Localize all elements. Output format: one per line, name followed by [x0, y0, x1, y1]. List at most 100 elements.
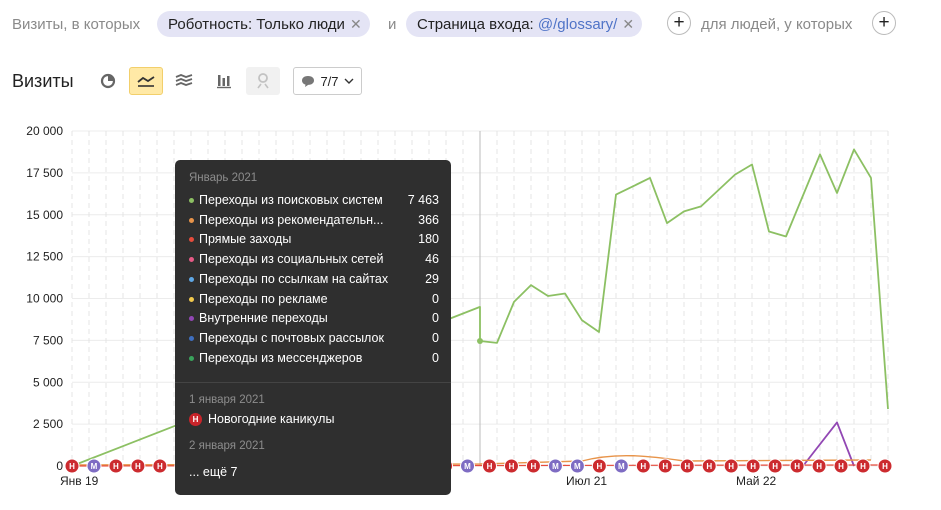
marker-badge-h: Н: [855, 458, 871, 474]
marker-badge-h: Н: [657, 458, 673, 474]
tooltip-row: Переходы по рекламе 0: [189, 292, 439, 312]
marker-badge-h: Н: [745, 458, 761, 474]
marker-badge-m: М: [460, 458, 476, 474]
marker-badge-h: Н: [833, 458, 849, 474]
tooltip-header: Январь 2021: [189, 172, 258, 184]
y-tick-label: 10 000: [26, 292, 63, 306]
tooltip-holiday: Н Новогодние каникулы: [189, 412, 334, 426]
tooltip-row-name: Прямые заходы: [199, 232, 292, 247]
marker-letter: М: [618, 462, 625, 471]
marker-badge-h: Н: [591, 458, 607, 474]
series-color-dot: [189, 276, 194, 282]
marker-letter: М: [574, 462, 581, 471]
tooltip-row: Переходы из рекомендательн... 366: [189, 213, 439, 233]
marker-letter: М: [552, 462, 559, 471]
marker-letter: Н: [69, 462, 75, 471]
marker-badge-h: Н: [679, 458, 695, 474]
tooltip-row-name: Переходы из поисковых систем: [199, 193, 383, 207]
marker-letter: Н: [487, 462, 493, 471]
marker-letter: Н: [706, 462, 712, 471]
holiday-label: Новогодние каникулы: [208, 412, 335, 426]
x-tick-label: Янв 19: [60, 474, 99, 488]
marker-letter: Н: [135, 462, 141, 471]
marker-letter: Н: [750, 462, 756, 471]
marker-badge-h: Н: [503, 458, 519, 474]
marker-badge-h: Н: [481, 458, 497, 474]
tooltip-row-value: 180: [418, 232, 439, 247]
tooltip-date-2: 2 января 2021: [189, 440, 265, 452]
marker-badge-h: Н: [64, 458, 80, 474]
marker-letter: Н: [684, 462, 690, 471]
marker-badge-h: Н: [108, 458, 124, 474]
marker-letter: Н: [509, 462, 515, 471]
y-tick-label: 7 500: [33, 333, 63, 347]
tooltip-row-value: 7 463: [407, 193, 439, 207]
marker-letter: Н: [838, 462, 844, 471]
tooltip-row: Переходы из поисковых систем 7 463: [189, 193, 439, 213]
tooltip-row: Внутренние переходы 0: [189, 311, 439, 331]
tooltip-row-name: Переходы с почтовых рассылок: [199, 330, 384, 345]
marker-letter: Н: [816, 462, 822, 471]
marker-badge-m: М: [613, 458, 629, 474]
marker-badge-m: М: [86, 458, 102, 474]
marker-badge-h: Н: [877, 458, 893, 474]
tooltip-row-name: Переходы по рекламе: [199, 291, 328, 306]
marker-badge-m: М: [547, 458, 563, 474]
marker-letter: Н: [728, 462, 734, 471]
tooltip-row: Переходы с почтовых рассылок 0: [189, 331, 439, 351]
y-tick-label: 20 000: [26, 124, 63, 138]
series-color-dot: [189, 217, 194, 223]
series-color-dot: [189, 316, 194, 322]
marker-badge-h: Н: [767, 458, 783, 474]
series-color-dot: [189, 257, 194, 263]
visits-chart: 20 000 17 500 15 000 12 500 10 000 7 500 5 000…: [26, 124, 893, 488]
tooltip-row: Переходы из социальных сетей 46: [189, 252, 439, 272]
marker-letter: Н: [794, 462, 800, 471]
tooltip-row: Прямые заходы 180: [189, 232, 439, 252]
y-axis: 20 000 17 500 15 000 12 500 10 000 7 500 5 000…: [26, 124, 63, 473]
series-color-dot: [189, 296, 194, 302]
tooltip-row: Переходы по ссылкам на сайтах 29: [189, 272, 439, 292]
marker-letter: М: [91, 462, 98, 471]
tooltip-row-name: Переходы по ссылкам на сайтах: [199, 271, 389, 286]
tooltip-row-name: Переходы из мессенджеров: [199, 350, 363, 365]
y-tick-label: 2 500: [33, 417, 63, 431]
tooltip-row-value: 29: [425, 271, 439, 286]
tooltip-row-value: 366: [418, 212, 439, 227]
tooltip-divider: [175, 382, 451, 383]
chart-tooltip: Январь 2021 Переходы из поисковых систем…: [175, 160, 451, 495]
marker-badge-h: Н: [701, 458, 717, 474]
tooltip-row-name: Внутренние переходы: [199, 311, 328, 326]
marker-letter: Н: [860, 462, 866, 471]
tooltip-row-value: 0: [432, 291, 439, 306]
marker-badge-h: Н: [635, 458, 651, 474]
series-color-dot: [189, 335, 194, 341]
marker-letter: Н: [531, 462, 537, 471]
marker-badge-h: Н: [789, 458, 805, 474]
x-tick-label: Май 22: [736, 474, 777, 488]
tooltip-row-value: 0: [432, 311, 439, 326]
series-color-dot: [189, 198, 194, 203]
series-color-dot: [189, 355, 194, 361]
y-tick-label: 15 000: [26, 208, 63, 222]
marker-letter: М: [464, 462, 471, 471]
tooltip-row-value: 0: [432, 330, 439, 345]
y-tick-label: 12 500: [26, 250, 63, 264]
marker-badge-h: Н: [152, 458, 168, 474]
marker-letter: Н: [662, 462, 668, 471]
y-tick-label: 17 500: [26, 166, 63, 180]
marker-letter: Н: [113, 462, 119, 471]
tooltip-more-link[interactable]: ... ещё 7: [189, 465, 238, 479]
marker-badge-h: Н: [525, 458, 541, 474]
series-color-dot: [189, 237, 194, 243]
marker-badge-m: М: [569, 458, 585, 474]
tooltip-row: Переходы из мессенджеров 0: [189, 351, 439, 371]
tooltip-row-name: Переходы из социальных сетей: [199, 252, 384, 267]
marker-badge-h: Н: [130, 458, 146, 474]
marker-badge-h: Н: [723, 458, 739, 474]
marker-badge-h: Н: [811, 458, 827, 474]
marker-letter: Н: [882, 462, 888, 471]
tooltip-date-1: 1 января 2021: [189, 394, 265, 406]
marker-letter: Н: [157, 462, 163, 471]
y-tick-label: 0: [56, 459, 63, 473]
